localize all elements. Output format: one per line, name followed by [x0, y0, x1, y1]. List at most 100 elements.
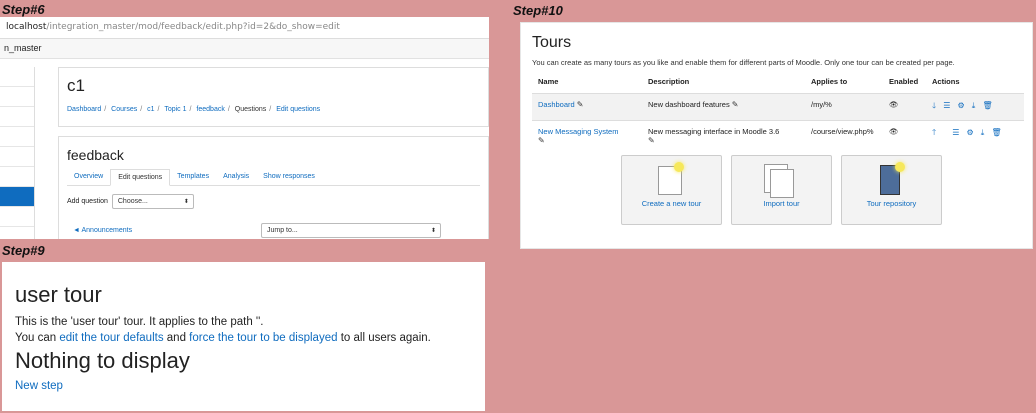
- eye-icon[interactable]: 👁: [889, 100, 899, 109]
- import-document-icon-front: [770, 169, 794, 198]
- tab-overview[interactable]: Overview: [67, 169, 110, 185]
- tab-templates[interactable]: Templates: [170, 169, 216, 185]
- list-icon[interactable]: ☰: [943, 101, 950, 110]
- eye-icon[interactable]: 👁: [889, 127, 899, 136]
- select-arrows-icon: ⬍: [430, 228, 436, 234]
- breadcrumb-courses[interactable]: Courses: [111, 106, 137, 113]
- nav-item[interactable]: [0, 167, 34, 187]
- url-host: localhost: [6, 22, 47, 32]
- create-new-tour-button[interactable]: Create a new tour: [621, 155, 722, 225]
- nav-item[interactable]: [0, 87, 34, 107]
- nav-item[interactable]: [0, 107, 34, 127]
- trash-icon[interactable]: 🗑: [991, 128, 1001, 137]
- tour-description: New dashboard features: [648, 99, 730, 109]
- add-question-label: Add question: [67, 198, 108, 205]
- tour-applies-to: /my/%: [805, 93, 883, 121]
- step6-screenshot: localhost/integration_master/mod/feedbac…: [0, 17, 489, 239]
- breadcrumb-course[interactable]: c1: [147, 106, 154, 113]
- import-tour-label: Import tour: [763, 199, 800, 208]
- breadcrumb-topic[interactable]: Topic 1: [164, 106, 186, 113]
- left-nav-drawer: [0, 67, 35, 239]
- tour-path-text: This is the 'user tour' tour. It applies…: [15, 316, 264, 328]
- new-badge-icon: [674, 162, 684, 172]
- activity-tabs: Overview Edit questions Templates Analys…: [67, 169, 480, 186]
- step10-label: Step#10: [513, 3, 563, 18]
- text-segment: You can: [15, 332, 57, 344]
- tab-edit-questions[interactable]: Edit questions: [110, 169, 171, 186]
- tour-description: New messaging interface in Moodle 3.6: [648, 126, 780, 136]
- add-question-row: Add question Choose... ⬍: [67, 194, 480, 209]
- empty-state-heading: Nothing to display: [15, 348, 190, 373]
- tour-title: user tour: [15, 282, 102, 307]
- new-step-container: New step: [15, 380, 63, 392]
- column-description: Description: [642, 70, 805, 94]
- create-new-tour-label: Create a new tour: [641, 199, 702, 208]
- course-title: c1: [67, 76, 85, 95]
- breadcrumb: Dashboard / Courses / c1/ Topic 1/ feedbac…: [67, 106, 321, 113]
- address-bar[interactable]: localhost/integration_master/mod/feedbac…: [0, 17, 489, 39]
- edit-tour-defaults-link[interactable]: edit the tour defaults: [59, 332, 163, 344]
- tour-name-link[interactable]: New Messaging System: [538, 127, 618, 136]
- step9-label: Step#9: [2, 243, 45, 258]
- browser-tab-title[interactable]: n_master: [4, 43, 42, 53]
- download-icon[interactable]: ⤓: [981, 128, 985, 137]
- previous-activity-link[interactable]: ◄ Announcements: [73, 227, 261, 234]
- actions-cell: 🡑 ☰ ⚙ ⤓ 🗑: [926, 120, 1024, 151]
- import-tour-button[interactable]: Import tour: [731, 155, 832, 225]
- enabled-cell: 👁: [883, 120, 926, 151]
- nav-item[interactable]: [0, 147, 34, 167]
- jump-to-select[interactable]: Jump to... ⬍: [261, 223, 441, 238]
- table-row: New Messaging System ✎ New messaging inte…: [532, 120, 1024, 151]
- arrow-down-icon[interactable]: 🡓: [932, 101, 936, 110]
- tours-table: Name Description Applies to Enabled Acti…: [532, 70, 1024, 151]
- tour-repository-label: Tour repository: [866, 199, 917, 208]
- text-segment: and: [166, 332, 186, 344]
- actions-cell: 🡓 ☰ ⚙ ⤓ 🗑: [926, 93, 1024, 121]
- table-row: Dashboard ✎ New dashboard features ✎ /my/%…: [532, 93, 1024, 121]
- trash-icon[interactable]: 🗑: [982, 101, 992, 110]
- select-arrows-icon: ⬍: [183, 199, 189, 205]
- repository-badge-icon: [895, 162, 905, 172]
- add-question-select-value: Choose...: [117, 198, 148, 205]
- page-title: Tours: [532, 34, 572, 51]
- breadcrumb-dashboard[interactable]: Dashboard: [67, 106, 101, 113]
- gear-icon[interactable]: ⚙: [967, 128, 974, 137]
- activity-title: feedback: [67, 147, 124, 163]
- pencil-icon[interactable]: ✎: [577, 100, 584, 109]
- tour-description-cell: New messaging interface in Moodle 3.6 ✎: [642, 120, 805, 151]
- activity-navigation: ◄ Announcements Jump to... ⬍: [67, 223, 480, 238]
- breadcrumb-questions: Questions: [234, 106, 267, 113]
- breadcrumb-feedback[interactable]: feedback: [196, 106, 224, 113]
- breadcrumb-edit-questions[interactable]: Edit questions: [276, 106, 320, 113]
- download-icon[interactable]: ⤓: [972, 101, 976, 110]
- column-enabled: Enabled: [883, 70, 926, 94]
- tab-analysis[interactable]: Analysis: [216, 169, 256, 185]
- gear-icon[interactable]: ⚙: [958, 101, 965, 110]
- pencil-icon[interactable]: ✎: [538, 136, 545, 145]
- new-step-link[interactable]: New step: [15, 380, 63, 392]
- tour-name-cell: New Messaging System ✎: [532, 120, 642, 151]
- nav-item[interactable]: [0, 207, 34, 227]
- force-display-link[interactable]: force the tour to be displayed: [189, 332, 337, 344]
- nav-item-active[interactable]: [0, 187, 34, 207]
- text-segment: to all users again.: [340, 332, 431, 344]
- tour-name-cell: Dashboard ✎: [532, 93, 642, 121]
- pencil-icon[interactable]: ✎: [648, 136, 655, 145]
- url-path: /integration_master/mod/feedback/edit.ph…: [46, 22, 340, 32]
- add-question-select[interactable]: Choose... ⬍: [111, 194, 194, 209]
- tour-name-link[interactable]: Dashboard: [538, 100, 575, 109]
- tour-actions-text: You can edit the tour defaults and force…: [15, 332, 431, 344]
- tab-show-responses[interactable]: Show responses: [256, 169, 322, 185]
- nav-item[interactable]: [0, 67, 34, 87]
- browser-tab-strip: n_master: [0, 39, 489, 59]
- tour-actions: Create a new tour Import tour Tour repos…: [621, 155, 942, 225]
- activity-card: feedback Overview Edit questions Templat…: [58, 136, 489, 239]
- list-icon[interactable]: ☰: [952, 128, 959, 137]
- tour-applies-to: /course/view.php%: [811, 126, 874, 136]
- pencil-icon[interactable]: ✎: [732, 100, 739, 109]
- nav-item[interactable]: [0, 127, 34, 147]
- arrow-up-icon[interactable]: 🡑: [932, 128, 936, 137]
- tour-repository-button[interactable]: Tour repository: [841, 155, 942, 225]
- course-header-card: c1 Dashboard / Courses / c1/ Topic 1/ feed…: [58, 67, 489, 127]
- table-header-row: Name Description Applies to Enabled Acti…: [532, 70, 1024, 94]
